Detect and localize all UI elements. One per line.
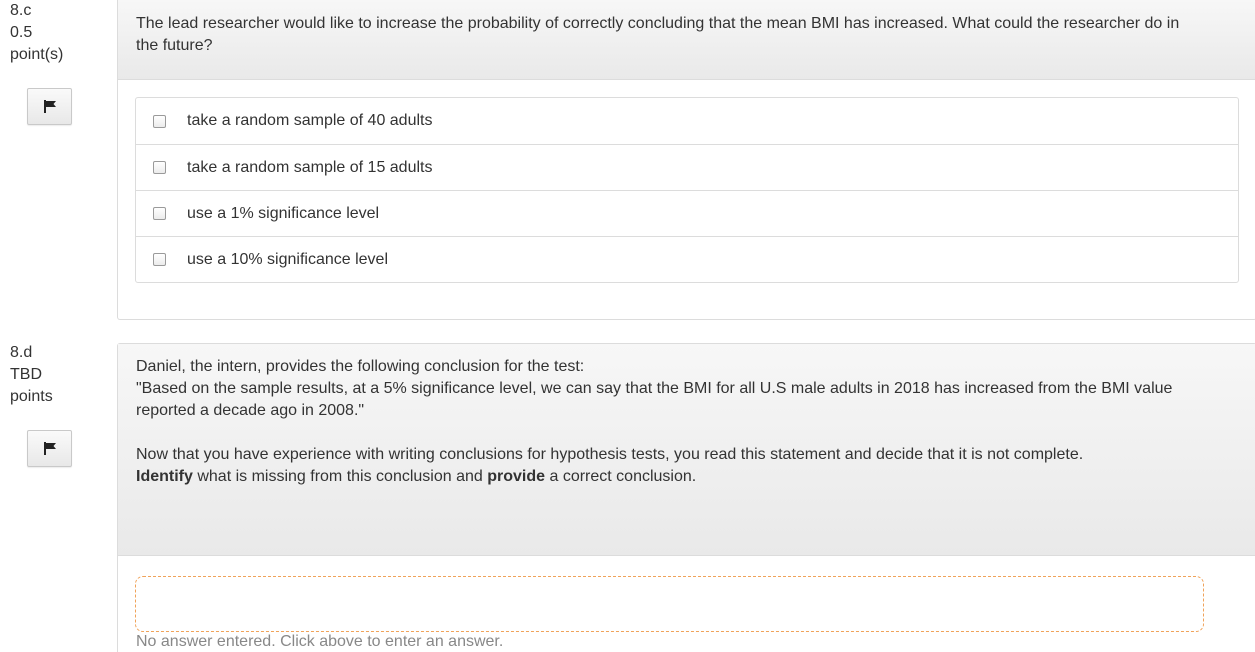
choice-checkbox[interactable]	[153, 161, 166, 174]
choice-checkbox[interactable]	[153, 114, 166, 128]
question-points-unit: point(s)	[10, 46, 64, 63]
choice-item[interactable]: use a 1% significance level	[136, 190, 1238, 236]
prompt-task-mid: what is missing from this conclusion and	[192, 468, 488, 485]
question-panel-8d: Daniel, the intern, provides the followi…	[117, 343, 1255, 652]
question-number: 8.c	[10, 2, 32, 19]
choice-checkbox[interactable]	[153, 207, 166, 220]
choice-item[interactable]: use a 10% significance level	[136, 236, 1238, 282]
prompt-bold-identify: Identify	[136, 468, 193, 485]
question-points: TBD	[10, 366, 42, 383]
question-number: 8.d	[10, 344, 33, 361]
choice-label[interactable]: take a random sample of 40 adults	[187, 112, 432, 130]
prompt-task: Identify what is missing from this concl…	[136, 466, 1196, 488]
flag-question-button[interactable]	[27, 88, 72, 125]
choice-checkbox[interactable]	[153, 253, 166, 266]
choice-label[interactable]: use a 10% significance level	[187, 251, 388, 269]
prompt-instruction: Now that you have experience with writin…	[136, 446, 1084, 463]
choice-item[interactable]: take a random sample of 15 adults	[136, 144, 1238, 190]
choice-label[interactable]: use a 1% significance level	[187, 205, 379, 223]
question-points: 0.5	[10, 24, 33, 41]
flag-icon	[43, 442, 56, 455]
choice-item[interactable]: take a random sample of 40 adults	[136, 98, 1238, 144]
flag-question-button[interactable]	[27, 430, 72, 467]
question-meta-8c: 8.c 0.5 point(s)	[10, 0, 63, 66]
choice-list: take a random sample of 40 adults take a…	[135, 97, 1239, 283]
answer-status-note: No answer entered. Click above to enter …	[136, 633, 504, 650]
prompt-intro: Daniel, the intern, provides the followi…	[136, 358, 585, 375]
question-points-unit: points	[10, 388, 53, 405]
question-prompt: Daniel, the intern, provides the followi…	[118, 344, 1255, 556]
answer-input[interactable]	[135, 576, 1204, 632]
question-panel-8c: The lead researcher would like to increa…	[117, 0, 1255, 320]
choice-label[interactable]: take a random sample of 15 adults	[187, 159, 432, 177]
prompt-task-end: a correct conclusion.	[545, 468, 697, 485]
prompt-quote: "Based on the sample results, at a 5% si…	[136, 380, 1173, 419]
question-meta-8d: 8.d TBD points	[10, 342, 53, 408]
question-prompt: The lead researcher would like to increa…	[118, 0, 1255, 80]
prompt-bold-provide: provide	[487, 468, 546, 485]
flag-icon	[43, 100, 56, 113]
